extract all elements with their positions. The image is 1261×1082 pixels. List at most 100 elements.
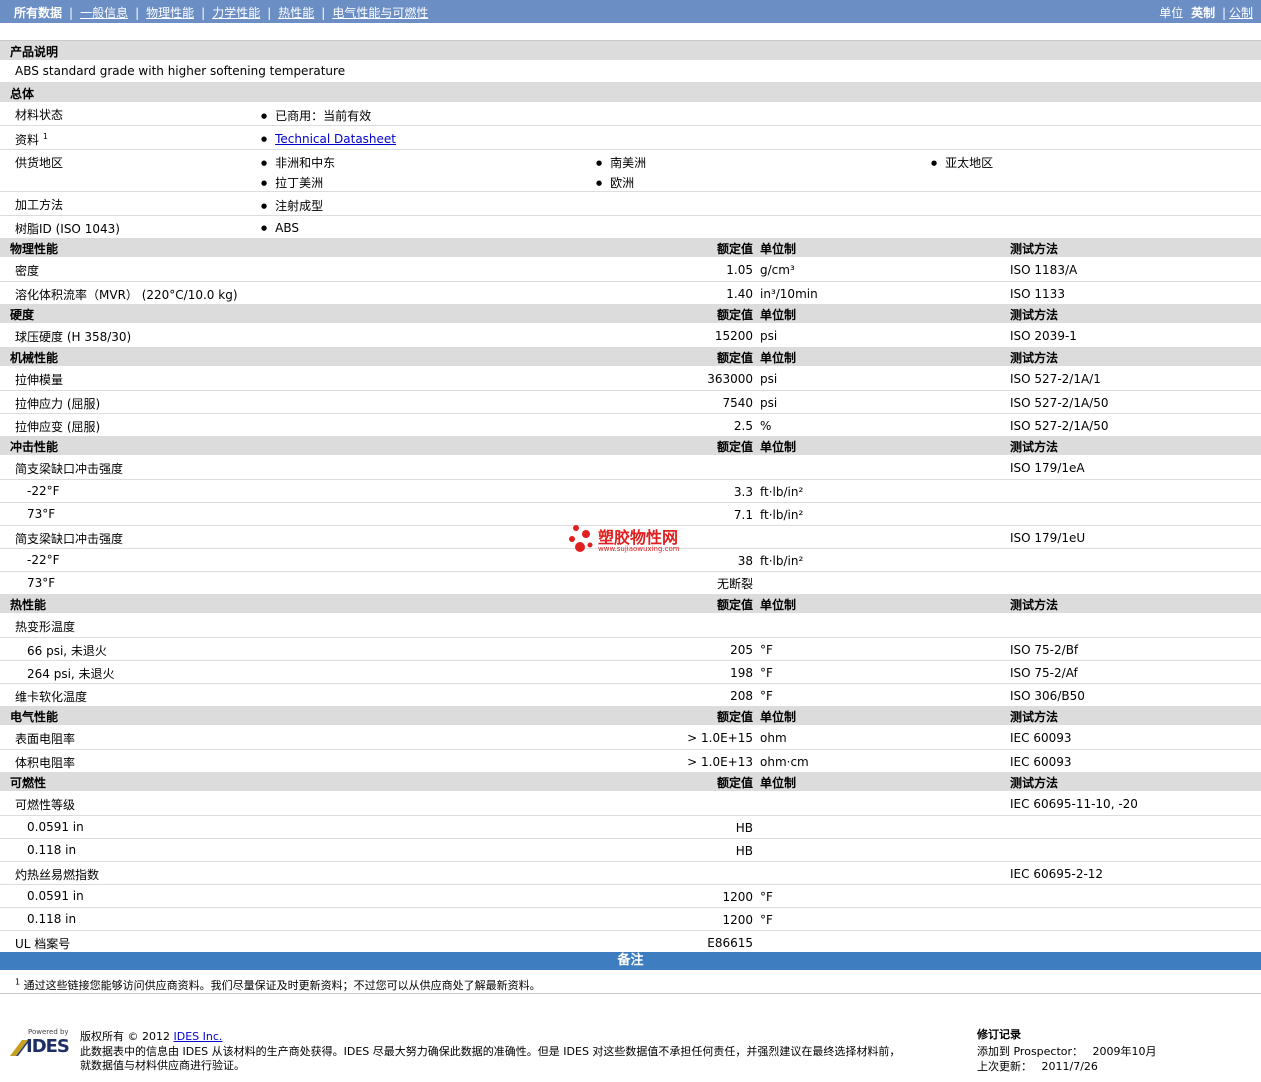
row-label: 加工方法 bbox=[15, 198, 64, 212]
property-unit: in³/10min bbox=[760, 287, 818, 301]
nav-separator: | bbox=[201, 6, 206, 20]
property-unit: ft·lb/in² bbox=[760, 508, 804, 522]
nav-thermal[interactable]: 热性能 bbox=[278, 6, 314, 20]
property-value: 1200 bbox=[722, 913, 753, 927]
section-header-impact: 冲击性能 额定值 单位制 测试方法 bbox=[0, 436, 1261, 455]
footnote-marker: 1 bbox=[42, 132, 48, 141]
section-title: 硬度 bbox=[10, 308, 35, 322]
test-method: ISO 75-2/Af bbox=[1010, 666, 1078, 680]
section-header-product: 产品说明 bbox=[0, 41, 1261, 60]
property-unit: ft·lb/in² bbox=[760, 554, 804, 568]
nav-all-data[interactable]: 所有数据 bbox=[14, 6, 62, 20]
test-method: ISO 1133 bbox=[1010, 287, 1065, 301]
ides-logo-text: IDES bbox=[26, 1036, 70, 1057]
technical-datasheet-link[interactable]: Technical Datasheet bbox=[275, 132, 396, 146]
property-unit: ohm bbox=[760, 731, 787, 745]
revision-updated: 上次更新： 2011/7/26 bbox=[977, 1058, 1098, 1074]
property-label: 73°F bbox=[27, 507, 56, 521]
test-method: ISO 1183/A bbox=[1010, 263, 1078, 277]
column-unit: 单位制 bbox=[760, 351, 797, 365]
section-title: 电气性能 bbox=[10, 710, 59, 724]
units-metric-link[interactable]: 公制 bbox=[1229, 6, 1253, 20]
units-label: 单位 bbox=[1159, 6, 1184, 20]
section-header-physical: 物理性能 额定值 单位制 测试方法 bbox=[0, 238, 1261, 257]
property-label: 0.118 in bbox=[27, 843, 77, 857]
nav-mechanical[interactable]: 力学性能 bbox=[212, 6, 260, 20]
property-unit: % bbox=[760, 419, 772, 433]
property-label: -22°F bbox=[27, 484, 60, 498]
table-row: 0.118 in 1200 °F bbox=[0, 908, 1261, 931]
property-value: 205 bbox=[730, 643, 753, 657]
nav-electrical-flammability[interactable]: 电气性能与可燃性 bbox=[332, 6, 428, 20]
test-method: ISO 75-2/Bf bbox=[1010, 643, 1079, 657]
updated-label: 上次更新： bbox=[977, 1060, 1032, 1073]
property-unit: °F bbox=[760, 643, 773, 657]
row-label: 材料状态 bbox=[15, 108, 64, 122]
property-value: 363000 bbox=[707, 372, 753, 386]
resources-row: 资料 1 Technical Datasheet bbox=[0, 126, 1261, 150]
property-value: 198 bbox=[730, 666, 753, 680]
test-method: ISO 179/1eU bbox=[1010, 531, 1086, 545]
property-label: 球压硬度 (H 358/30) bbox=[15, 330, 132, 344]
property-value: 2.5 bbox=[733, 419, 753, 433]
table-row: 拉伸应力 (屈服) 7540 psi ISO 527-2/1A/50 bbox=[0, 391, 1261, 414]
section-title: 产品说明 bbox=[10, 45, 59, 59]
test-method: ISO 306/B50 bbox=[1010, 689, 1085, 703]
footnote: 1 通过这些链接您能够访问供应商资料。我们尽量保证及时更新资料；不过您可以从供应… bbox=[15, 977, 541, 993]
table-row: 简支梁缺口冲击强度 ISO 179/1eA bbox=[0, 456, 1261, 480]
property-value: 15200 bbox=[714, 329, 753, 343]
column-method: 测试方法 bbox=[1010, 776, 1059, 790]
section-title: 热性能 bbox=[10, 598, 47, 612]
watermark: 塑胶物性网 www.sujiaowuxing.com bbox=[566, 523, 706, 559]
section-title: 物理性能 bbox=[10, 242, 59, 256]
column-method: 测试方法 bbox=[1010, 710, 1059, 724]
column-unit: 单位制 bbox=[760, 440, 797, 454]
column-unit: 单位制 bbox=[760, 710, 797, 724]
powered-by-text: Powered by bbox=[28, 1028, 69, 1036]
property-value: > 1.0E+13 bbox=[687, 755, 753, 769]
table-row: 66 psi, 未退火 205 °F ISO 75-2/Bf bbox=[0, 638, 1261, 661]
section-nav: 所有数据 | 一般信息 | 物理性能 | 力学性能 | 热性能 | 电气性能与可燃性 bbox=[14, 4, 428, 21]
property-unit: g/cm³ bbox=[760, 263, 795, 277]
material-status-row: 材料状态 已商用：当前有效 bbox=[0, 102, 1261, 126]
footnote-text: 通过这些链接您能够访问供应商资料。我们尽量保证及时更新资料；不过您可以从供应商处… bbox=[23, 979, 541, 992]
resources-label: 资料 bbox=[15, 133, 40, 147]
nav-general-info[interactable]: 一般信息 bbox=[80, 6, 128, 20]
table-row: -22°F 3.3 ft·lb/in² bbox=[0, 480, 1261, 503]
region-item: 南美洲 bbox=[596, 154, 646, 171]
column-nominal: 额定值 bbox=[716, 308, 753, 322]
test-method: ISO 2039-1 bbox=[1010, 329, 1077, 343]
column-method: 测试方法 bbox=[1010, 598, 1059, 612]
test-method: ISO 527-2/1A/1 bbox=[1010, 372, 1101, 386]
property-unit: °F bbox=[760, 666, 773, 680]
property-label: 简支梁缺口冲击强度 bbox=[15, 532, 124, 546]
property-label: 0.0591 in bbox=[27, 820, 84, 834]
test-method: IEC 60093 bbox=[1010, 731, 1072, 745]
test-method: ISO 527-2/1A/50 bbox=[1010, 396, 1109, 410]
property-label: 73°F bbox=[27, 576, 56, 590]
property-label: 66 psi, 未退火 bbox=[27, 644, 107, 658]
material-status-value: 已商用：当前有效 bbox=[261, 107, 371, 124]
test-method: ISO 179/1eA bbox=[1010, 461, 1085, 475]
column-nominal: 额定值 bbox=[716, 598, 753, 612]
property-label: 体积电阻率 bbox=[15, 756, 76, 770]
units-separator: | bbox=[1221, 6, 1226, 20]
table-row: 拉伸模量 363000 psi ISO 527-2/1A/1 bbox=[0, 367, 1261, 391]
property-value: 1.05 bbox=[726, 263, 753, 277]
ides-inc-link[interactable]: IDES Inc. bbox=[174, 1030, 223, 1043]
footer: Powered by IDES 版权所有 © 2012 IDES Inc. 此数… bbox=[0, 1024, 1261, 1082]
column-method: 测试方法 bbox=[1010, 440, 1059, 454]
test-method: ISO 527-2/1A/50 bbox=[1010, 419, 1109, 433]
table-row: 73°F 无断裂 bbox=[0, 572, 1261, 594]
table-row: 热变形温度 bbox=[0, 614, 1261, 638]
property-unit: °F bbox=[760, 890, 773, 904]
column-nominal: 额定值 bbox=[716, 440, 753, 454]
nav-physical[interactable]: 物理性能 bbox=[146, 6, 194, 20]
property-value: 3.3 bbox=[733, 485, 753, 499]
test-method: IEC 60093 bbox=[1010, 755, 1072, 769]
table-row: 0.0591 in HB bbox=[0, 816, 1261, 839]
property-value: 1200 bbox=[722, 890, 753, 904]
table-row: 维卡软化温度 208 °F ISO 306/B50 bbox=[0, 684, 1261, 706]
copyright: 版权所有 © 2012 IDES Inc. bbox=[80, 1028, 222, 1044]
property-value: 无断裂 bbox=[716, 577, 753, 591]
